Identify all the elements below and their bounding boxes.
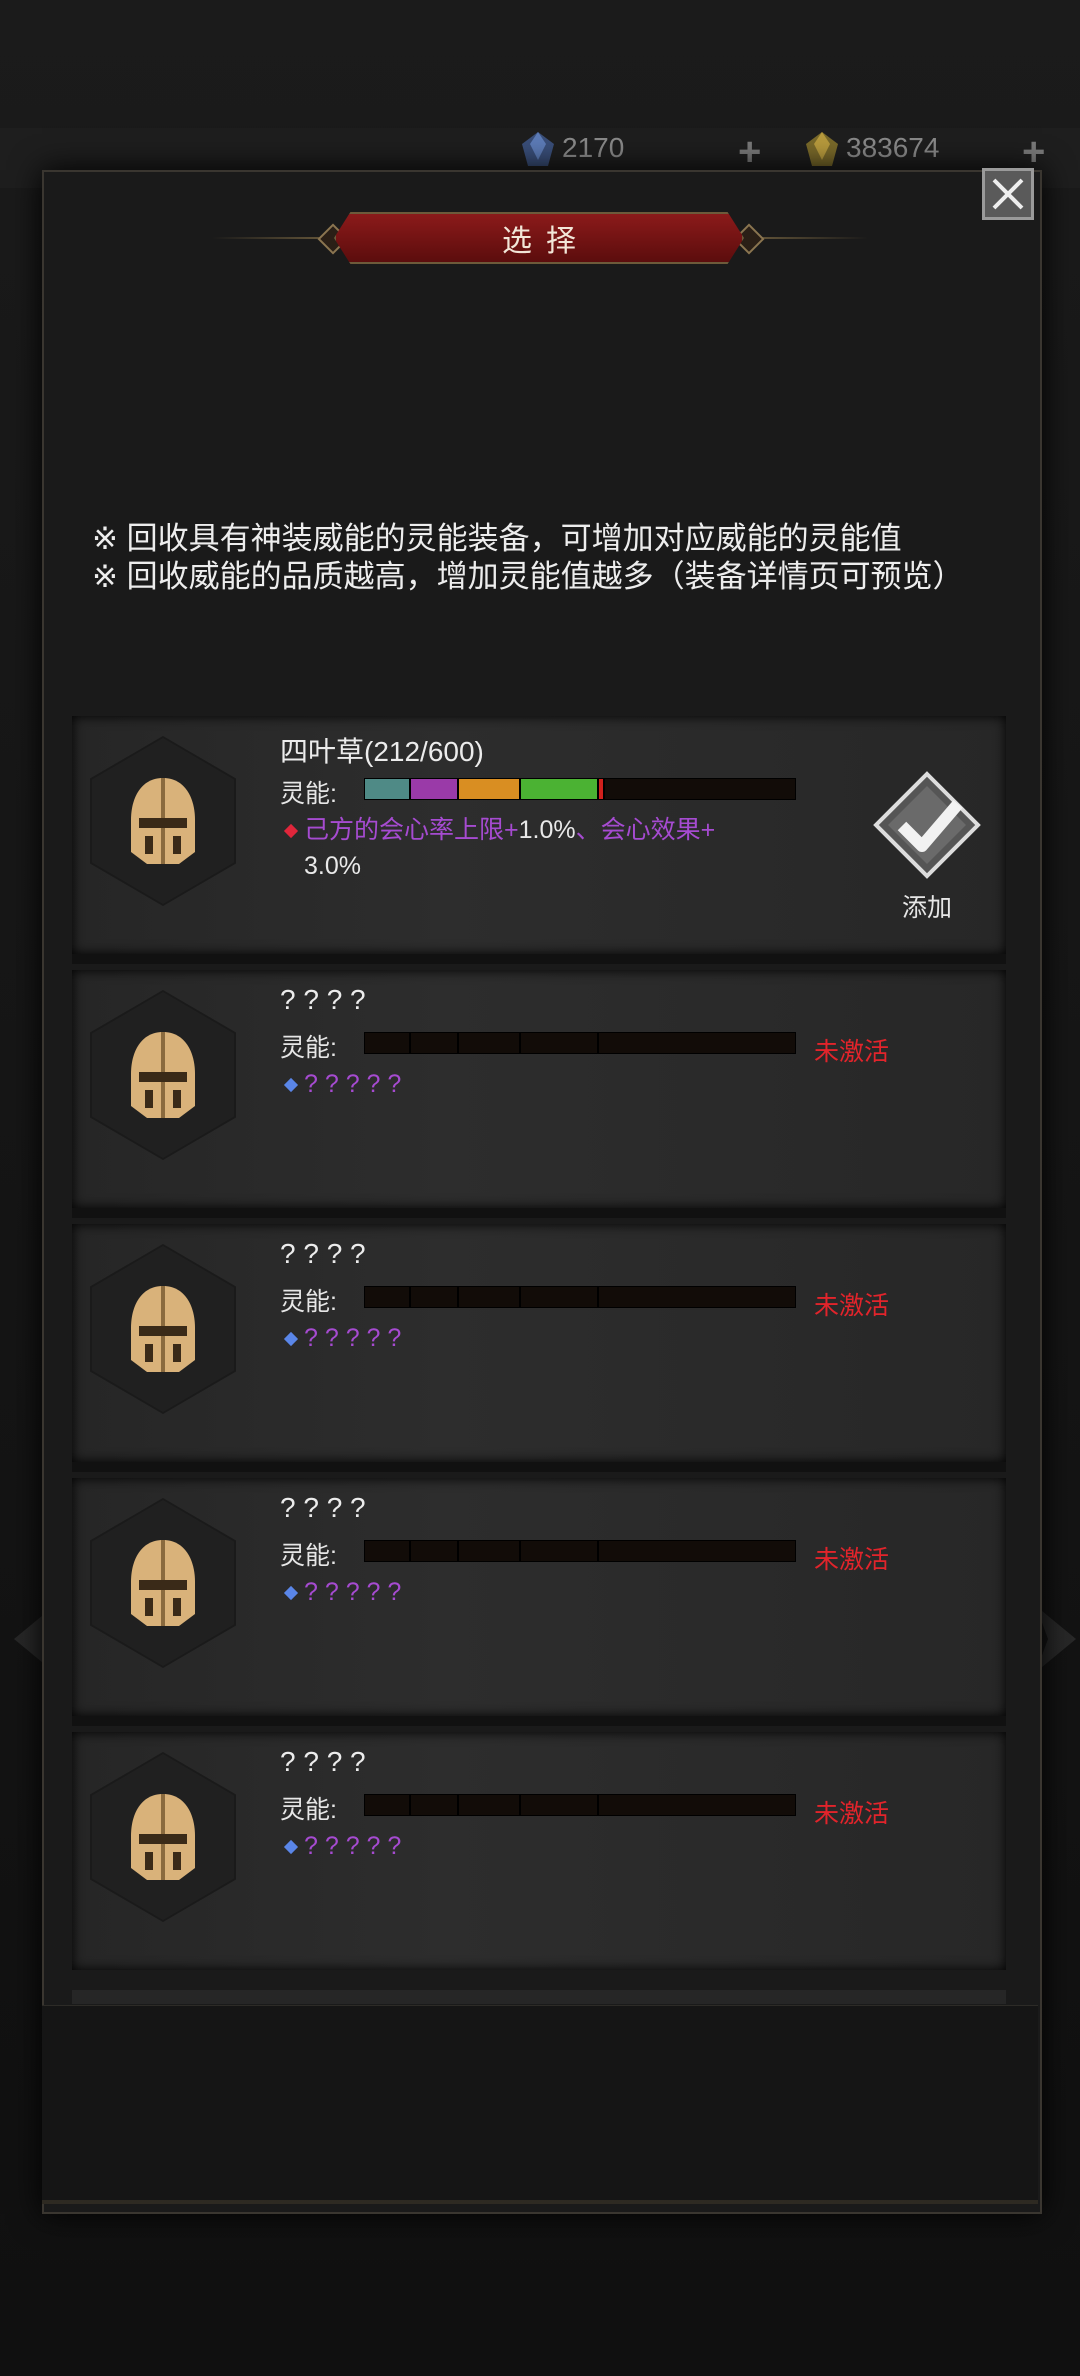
ling-energy-bar xyxy=(364,1286,796,1308)
bar-segment xyxy=(411,1541,459,1561)
equipment-frame xyxy=(90,1244,236,1414)
modal-title: 选择 xyxy=(502,225,590,258)
equipment-effect: 己方的会心率上限+1.0%、会心效果+ 3.0% xyxy=(280,812,840,884)
equipment-card[interactable]: 四叶草(212/600) 灵能: 己方的会心率上限+1.0%、会心效果+ 3.0… xyxy=(72,716,1006,954)
info-notes: ※ 回收具有神装威能的灵能装备，可增加对应威能的灵能值 ※ 回收威能的品质越高，… xyxy=(92,520,992,596)
status-inactive: 未激活 xyxy=(814,1292,890,1320)
bar-segment-teal xyxy=(365,779,411,799)
effect-text: 、会心效果+ xyxy=(575,816,716,844)
ling-energy-bar xyxy=(364,1794,796,1816)
helmet-icon xyxy=(131,1794,195,1880)
card-divider xyxy=(72,1208,1006,1218)
equipment-name: ? ? ? ? xyxy=(280,1746,366,1777)
equipment-frame xyxy=(90,1498,236,1668)
bar-segment xyxy=(411,1287,459,1307)
bar-segment xyxy=(459,1287,521,1307)
checkmark-icon xyxy=(873,771,981,879)
note-line: ※ 回收具有神装威能的灵能装备，可增加对应威能的灵能值 xyxy=(92,521,902,556)
effect-text: ? ? ? ? ? xyxy=(304,1832,402,1860)
ling-label: 灵能: xyxy=(280,780,337,808)
close-button[interactable] xyxy=(982,168,1034,220)
ling-label: 灵能: xyxy=(280,1542,337,1570)
red-gem-icon xyxy=(283,823,299,839)
blue-gem-icon xyxy=(283,1585,299,1601)
ling-label: 灵能: xyxy=(280,1796,337,1824)
card-divider xyxy=(72,1716,1006,1726)
effect-text: ? ? ? ? ? xyxy=(304,1578,402,1606)
bar-segment xyxy=(365,1541,411,1561)
list-overflow-edge xyxy=(72,1990,1006,2004)
bar-segment-orange xyxy=(459,779,521,799)
bar-segment xyxy=(411,1795,459,1815)
helmet-icon xyxy=(131,1540,195,1626)
ling-label: 灵能: xyxy=(280,1288,337,1316)
bar-segment xyxy=(365,1287,411,1307)
equipment-card[interactable]: ? ? ? ? 灵能: 未激活 ? ? ? ? ? xyxy=(72,1478,1006,1716)
gold-gem-icon xyxy=(806,132,838,166)
add-label: 添加 xyxy=(901,894,952,922)
blue-gem-icon xyxy=(283,1331,299,1347)
equipment-card[interactable]: ? ? ? ? 灵能: 未激活 ? ? ? ? ? xyxy=(72,1224,1006,1462)
ling-label: 灵能: xyxy=(280,1034,337,1062)
effect-text: ? ? ? ? ? xyxy=(304,1324,402,1352)
ling-energy-bar xyxy=(364,1032,796,1054)
equipment-name: 四叶草(212/600) xyxy=(280,736,484,767)
equipment-effect: ? ? ? ? ? xyxy=(280,1066,840,1102)
blue-gem-icon xyxy=(522,132,554,166)
bar-segment xyxy=(521,1795,599,1815)
bar-segment xyxy=(521,1287,599,1307)
bar-segment xyxy=(365,1795,411,1815)
helmet-icon xyxy=(131,778,195,864)
bar-segment-red xyxy=(599,779,605,799)
equipment-name: ? ? ? ? xyxy=(280,984,366,1015)
status-inactive: 未激活 xyxy=(814,1038,890,1066)
modal-border-bottom xyxy=(42,2200,1038,2204)
equipment-name: ? ? ? ? xyxy=(280,1492,366,1523)
blue-gem-amount: 2170 xyxy=(562,132,625,163)
bar-segment xyxy=(365,1033,411,1053)
equipment-effect: ? ? ? ? ? xyxy=(280,1574,840,1610)
helmet-icon xyxy=(131,1286,195,1372)
equipment-frame xyxy=(90,990,236,1160)
add-button[interactable]: 添加 xyxy=(872,770,982,922)
bar-segment xyxy=(521,1541,599,1561)
add-blue-gem-button[interactable]: + xyxy=(738,130,761,175)
helmet-icon xyxy=(131,1032,195,1118)
bar-segment-purple xyxy=(411,779,459,799)
effect-value: 1.0% xyxy=(518,816,576,844)
bar-segment xyxy=(521,1033,599,1053)
ling-energy-bar xyxy=(364,1540,796,1562)
title-banner: 选择 xyxy=(334,212,744,264)
gold-gem-amount: 383674 xyxy=(846,132,940,163)
bar-segment xyxy=(411,1033,459,1053)
card-divider xyxy=(72,1462,1006,1472)
blue-gem-icon xyxy=(283,1077,299,1093)
bar-segment-green xyxy=(521,779,599,799)
equipment-frame xyxy=(90,736,236,906)
bar-segment xyxy=(459,1541,521,1561)
effect-value: 3.0% xyxy=(304,852,361,880)
blue-gem-icon xyxy=(283,1839,299,1855)
effect-text: ? ? ? ? ? xyxy=(304,1070,402,1098)
status-inactive: 未激活 xyxy=(814,1546,890,1574)
modal-footer xyxy=(42,2005,1038,2201)
equipment-card[interactable]: ? ? ? ? 灵能: 未激活 ? ? ? ? ? xyxy=(72,970,1006,1208)
equipment-name: ? ? ? ? xyxy=(280,1238,366,1269)
bar-segment xyxy=(459,1795,521,1815)
equipment-effect: ? ? ? ? ? xyxy=(280,1320,840,1356)
equipment-effect: ? ? ? ? ? xyxy=(280,1828,840,1864)
close-icon xyxy=(992,178,1024,210)
note-line: ※ 回收威能的品质越高，增加灵能值越多（装备详情页可预览） xyxy=(92,559,964,594)
bar-segment xyxy=(459,1033,521,1053)
card-divider xyxy=(72,954,1006,964)
ling-energy-bar xyxy=(364,778,796,800)
effect-text: 己方的会心率上限+ xyxy=(304,816,519,844)
status-inactive: 未激活 xyxy=(814,1800,890,1828)
equipment-frame xyxy=(90,1752,236,1922)
equipment-card[interactable]: ? ? ? ? 灵能: 未激活 ? ? ? ? ? xyxy=(72,1732,1006,1970)
